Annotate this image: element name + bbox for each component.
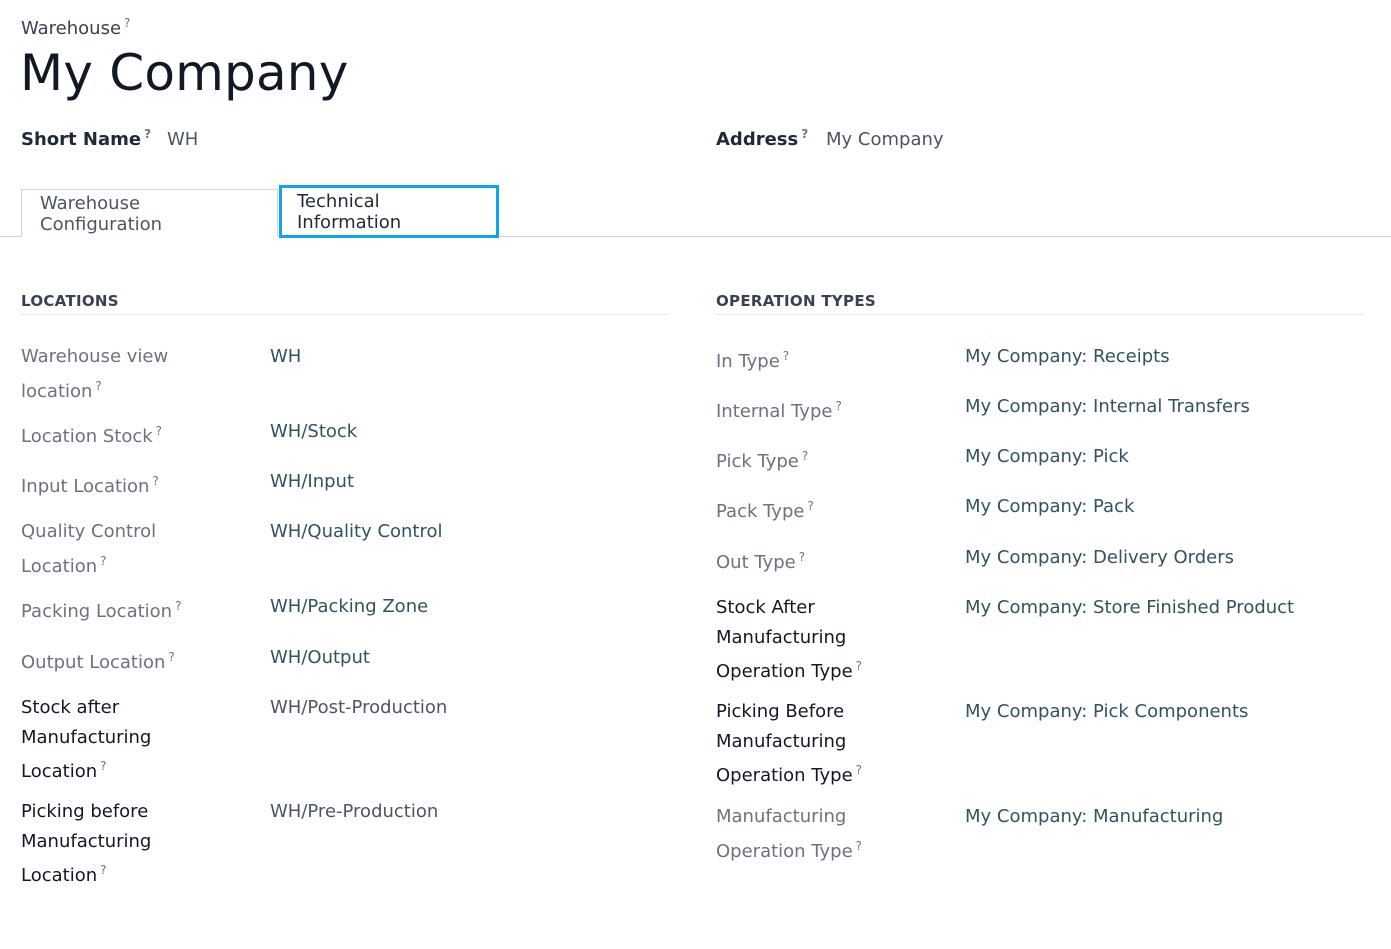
help-icon[interactable]: ?: [152, 474, 158, 488]
operation-type-row-label-line: Picking Before: [716, 701, 845, 722]
help-icon[interactable]: ?: [175, 599, 181, 613]
location-row-label-line: location?: [21, 378, 102, 402]
location-row-label: Warehouse view location?: [21, 342, 221, 406]
operation-type-row-label-line: Out Type?: [716, 550, 806, 573]
model-label-text: Warehouse: [21, 18, 122, 39]
help-icon[interactable]: ?: [100, 863, 106, 877]
help-icon[interactable]: ?: [95, 379, 101, 393]
operation-type-row-label-line: Operation Type?: [716, 763, 863, 786]
location-row-value-link[interactable]: WH/Packing Zone: [270, 592, 428, 622]
operation-type-row-value-link[interactable]: My Company: Internal Transfers: [965, 392, 1250, 422]
location-row-label-line: Picking before: [21, 801, 149, 822]
location-row-label: Location Stock?: [21, 417, 221, 452]
tab-warehouse-configuration[interactable]: Warehouse Configuration: [21, 189, 278, 237]
operation-type-row-value-link[interactable]: My Company: Delivery Orders: [965, 543, 1234, 573]
location-row-label: Packing Location?: [21, 592, 221, 627]
help-icon[interactable]: ?: [100, 554, 106, 568]
operation-type-row-label-line: Manufacturing: [716, 626, 847, 648]
operation-types-section-title: OPERATION TYPES: [716, 292, 876, 310]
location-row-label-line: Warehouse view: [21, 346, 169, 367]
operation-type-row-label-line: Manufacturing: [716, 806, 847, 827]
operation-type-row-value-link[interactable]: My Company: Pack: [965, 492, 1134, 522]
operation-type-row-label-line: Stock After: [716, 597, 815, 618]
location-row-label: Picking before Manufacturing Location?: [21, 797, 221, 891]
location-row-label: Quality Control Location?: [21, 517, 221, 581]
help-icon[interactable]: ?: [799, 550, 805, 564]
location-row-label-line: Manufacturing: [21, 830, 152, 852]
operation-type-row-value-link[interactable]: My Company: Pick Components: [965, 697, 1248, 727]
help-icon[interactable]: ?: [856, 839, 862, 853]
operation-type-row-value-link[interactable]: My Company: Pick: [965, 442, 1129, 472]
operation-type-row-label: Internal Type?: [716, 392, 916, 427]
location-row-label-line: Output Location?: [21, 650, 175, 673]
operation-type-row-label: Out Type?: [716, 543, 916, 578]
location-row-label-line: Packing Location?: [21, 599, 182, 622]
help-icon[interactable]: ?: [835, 399, 841, 413]
help-icon[interactable]: ?: [156, 424, 162, 438]
location-row-value-link[interactable]: WH/Input: [270, 467, 354, 497]
help-icon[interactable]: ?: [124, 16, 130, 30]
help-icon[interactable]: ?: [100, 759, 106, 773]
locations-section-rule: [21, 314, 668, 315]
help-icon[interactable]: ?: [144, 127, 151, 141]
tab-technical-information[interactable]: Technical Information: [279, 185, 499, 238]
help-icon[interactable]: ?: [856, 763, 862, 777]
operation-type-row-value-link[interactable]: My Company: Manufacturing: [965, 802, 1223, 832]
short-name-label-text: Short Name: [21, 129, 142, 150]
location-row-value-link[interactable]: WH/Output: [270, 643, 370, 673]
operation-type-row-label: In Type?: [716, 342, 916, 377]
operation-type-row-label: Pack Type?: [716, 492, 916, 527]
location-row-label-line: Location?: [21, 863, 107, 886]
location-row-value-link[interactable]: WH: [270, 342, 301, 372]
location-row-label-line: Location?: [21, 553, 107, 577]
address-label-text: Address: [716, 129, 799, 150]
address-label: Address?: [716, 127, 808, 150]
short-name-label: Short Name?: [21, 127, 151, 150]
location-row-value-link[interactable]: WH/Stock: [270, 417, 357, 447]
location-row-label: Input Location?: [21, 467, 221, 502]
operation-type-row-label-line: Pick Type?: [716, 449, 809, 472]
operation-type-row-label-line: Operation Type?: [716, 659, 863, 682]
help-icon[interactable]: ?: [168, 650, 174, 664]
location-row-label-line: Location?: [21, 759, 107, 782]
operation-types-section-rule: [716, 314, 1363, 315]
location-row-value-link[interactable]: WH/Post-Production: [270, 693, 447, 723]
location-row-label: Stock after Manufacturing Location?: [21, 693, 221, 787]
help-icon[interactable]: ?: [802, 449, 808, 463]
operation-type-row-label: Pick Type?: [716, 442, 916, 477]
short-name-field[interactable]: WH: [167, 129, 198, 150]
help-icon[interactable]: ?: [807, 499, 813, 513]
location-row-label-line: Stock after: [21, 697, 120, 718]
operation-type-row-value-link[interactable]: My Company: Store Finished Product: [965, 593, 1294, 623]
record-title[interactable]: My Company: [20, 44, 349, 102]
help-icon[interactable]: ?: [783, 349, 789, 363]
location-row-label-line: Manufacturing: [21, 726, 152, 748]
operation-type-row-label-line: Internal Type?: [716, 399, 842, 422]
location-row-label: Output Location?: [21, 643, 221, 678]
location-row-value-link[interactable]: WH/Pre-Production: [270, 797, 438, 827]
help-icon[interactable]: ?: [801, 127, 808, 141]
operation-type-row-label: Picking Before Manufacturing Operation Typ…: [716, 697, 916, 791]
help-icon[interactable]: ?: [856, 659, 862, 673]
location-row-label-line: Location Stock?: [21, 424, 163, 447]
model-label: Warehouse?: [21, 16, 130, 39]
operation-type-row-label-line: Pack Type?: [716, 499, 814, 522]
locations-section-title: LOCATIONS: [21, 292, 119, 310]
location-row-value-link[interactable]: WH/Quality Control: [270, 517, 443, 547]
operation-type-row-value-link[interactable]: My Company: Receipts: [965, 342, 1170, 372]
operation-type-row-label-line: Operation Type?: [716, 838, 863, 862]
location-row-label-line: Input Location?: [21, 474, 159, 497]
operation-type-row-label-line: Manufacturing: [716, 730, 847, 752]
operation-type-row-label-line: In Type?: [716, 349, 790, 372]
address-field[interactable]: My Company: [826, 129, 944, 150]
operation-type-row-label: Stock After Manufacturing Operation Type?: [716, 593, 916, 687]
operation-type-row-label: Manufacturing Operation Type?: [716, 802, 916, 866]
location-row-label-line: Quality Control: [21, 521, 157, 542]
